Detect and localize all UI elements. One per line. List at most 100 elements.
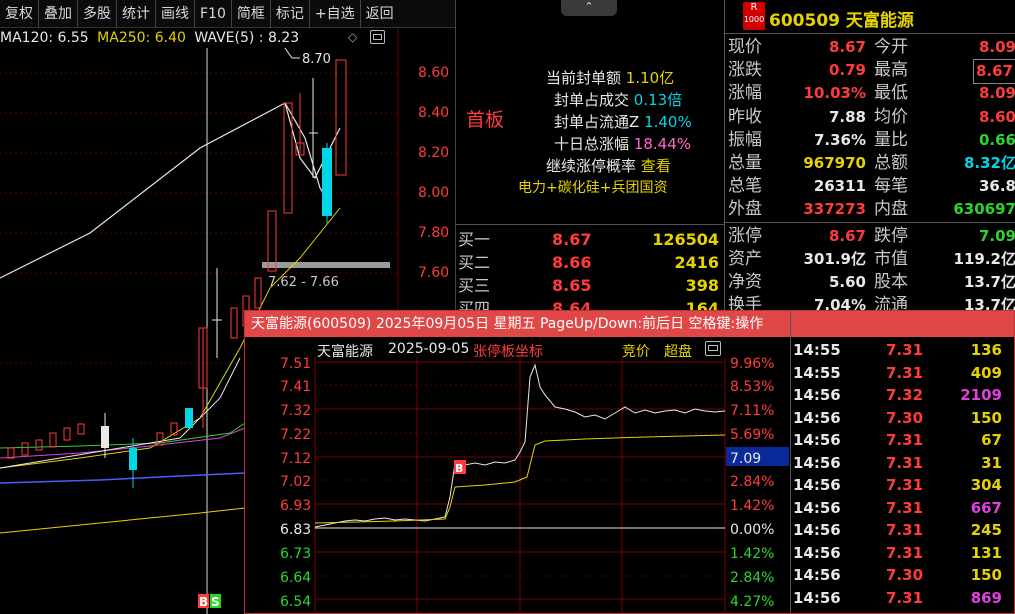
tick-price: 7.31 <box>886 498 924 517</box>
tick-time: 14:56 <box>793 476 841 494</box>
quote-label: 涨跌 <box>728 60 762 81</box>
intraday-right-tick: 4.27% <box>730 594 774 610</box>
tick-row: 14:56 7.31 31 <box>791 452 1014 475</box>
intraday-chart[interactable]: B 7.51 7.41 7.32 7.22 7.12 7.02 6.93 6.8… <box>245 337 790 613</box>
quote-value: 967970 <box>803 154 866 172</box>
tick-row: 14:56 7.31 869 <box>791 587 1014 610</box>
intraday-right-tick: 2.84% <box>730 474 774 490</box>
tick-time: 14:55 <box>793 341 841 359</box>
toolbar-draw-line-button[interactable]: 画线 <box>156 0 195 28</box>
toolbar-f10-button[interactable]: F10 <box>195 0 232 28</box>
quote-label: 净资 <box>728 272 762 292</box>
intraday-left-tick: 6.73 <box>280 546 311 562</box>
tick-volume: 150 <box>970 566 1002 584</box>
toolbar-back-button[interactable]: 返回 <box>361 0 399 28</box>
ma250-legend: MA250: 6.40 <box>97 30 186 46</box>
intraday-left-tick: 6.83 <box>280 522 311 538</box>
tick-volume: 304 <box>970 476 1002 494</box>
tick-price: 7.31 <box>886 543 924 562</box>
tick-volume: 245 <box>970 521 1002 539</box>
continue-limit-check-link[interactable]: 查看 <box>641 157 671 175</box>
toolbar: 复权 叠加 多股 统计 画线 F10 简框 标记 +自选 返回 <box>0 0 455 28</box>
tick-time: 14:56 <box>793 588 841 607</box>
toolbar-mark-button[interactable]: 标记 <box>271 0 310 28</box>
tick-price: 7.31 <box>886 521 924 539</box>
quote-row: 昨收 7.88 均价 8.60 <box>725 106 1015 129</box>
tick-time: 14:56 <box>793 521 841 539</box>
quote-value: 630697 <box>953 200 1015 219</box>
kline-sell-marker: S <box>211 595 220 609</box>
tick-time: 14:56 <box>793 431 841 449</box>
ma120-legend: MA120: 6.55 <box>0 30 89 46</box>
intraday-current-box: 7.09 <box>730 451 761 467</box>
info-row[interactable]: 继续涨停概率 查看 <box>546 155 692 177</box>
tick-volume: 150 <box>970 408 1002 427</box>
quote-value: 10.03% <box>803 84 866 103</box>
info-row: 封单占流通Z 1.40% <box>554 113 692 131</box>
tick-price: 7.32 <box>886 386 924 404</box>
tick-row: 14:55 7.31 409 <box>791 362 1014 385</box>
tick-row: 14:56 7.30 150 <box>791 564 1014 587</box>
tick-volume: 667 <box>970 498 1002 517</box>
first-board-label: 首板 <box>466 109 505 131</box>
quote-label: 涨幅 <box>728 83 762 104</box>
tick-row: 14:56 7.30 150 <box>791 407 1014 430</box>
popup-title-bar[interactable]: 天富能源(600509) 2025年09月05日 星期五 PageUp/Down… <box>245 311 1014 337</box>
tick-row: 14:55 7.31 136 <box>791 339 1014 362</box>
intraday-popup[interactable]: 天富能源(600509) 2025年09月05日 星期五 PageUp/Down… <box>244 310 1015 614</box>
quote-panel: R 1000 600509 天富能源 现价 8.67 今开 8.09 涨跌 0.79 最高 8… <box>724 0 1015 315</box>
quote-label: 振幅 <box>728 129 762 150</box>
tick-price: 7.30 <box>886 566 924 584</box>
tick-time: 14:56 <box>793 386 841 404</box>
quote-label: 总额 <box>874 153 908 173</box>
intraday-buy-marker: B <box>455 462 463 475</box>
quote-value: 301.9亿 <box>803 249 866 268</box>
tick-row: 14:56 7.31 67 <box>791 429 1014 452</box>
kline-ytick: 7.60 <box>418 265 449 281</box>
info-row: 当前封单额 1.10亿 <box>546 69 675 87</box>
intraday-left-tick: 6.64 <box>280 570 311 586</box>
quote-row: 涨停 8.67 跌停 7.09 <box>725 225 1015 248</box>
quote-value: 26311 <box>813 177 866 196</box>
toolbar-stats-button[interactable]: 统计 <box>117 0 156 28</box>
quote-label: 现价 <box>728 37 762 57</box>
toolbar-fuquan-button[interactable]: 复权 <box>0 0 39 28</box>
intraday-left-tick: 6.54 <box>280 594 311 610</box>
quote-label: 均价 <box>874 106 908 127</box>
toolbar-add-watchlist-button[interactable]: +自选 <box>310 0 361 28</box>
toolbar-multi-stock-button[interactable]: 多股 <box>78 0 117 28</box>
quote-label: 涨停 <box>728 225 762 246</box>
quote-value: 337273 <box>803 200 866 219</box>
quote-label: 量比 <box>874 129 908 150</box>
quote-row: 涨幅 10.03% 最低 8.09 <box>725 82 1015 105</box>
intraday-left-tick: 7.41 <box>280 379 311 395</box>
quote-row: 涨跌 0.79 最高 8.67 <box>725 59 1015 85</box>
intraday-right-tick: 1.42% <box>730 546 774 562</box>
quote-label: 最低 <box>874 83 908 104</box>
collapse-chevron-icon[interactable]: ⌃ <box>561 0 617 16</box>
kline-ytick: 8.60 <box>418 65 449 81</box>
info-panel: ⌃ 首板 当前封单额 1.10亿 封单占成交 0.13倍 封单占流通Z 1.40… <box>455 0 724 224</box>
tick-time: 14:56 <box>793 566 841 584</box>
toolbar-overlay-button[interactable]: 叠加 <box>39 0 78 28</box>
quote-value: 0.66 <box>978 130 1015 149</box>
quote-value: 7.36% <box>813 130 866 149</box>
tick-time: 14:56 <box>793 453 841 472</box>
kline-ytick: 8.40 <box>418 105 449 121</box>
tick-list[interactable]: 14:55 7.31 136 14:55 7.31 409 14:56 7.32 2109 14:… <box>791 337 1014 613</box>
quote-value: 5.60 <box>828 273 866 291</box>
wave-legend: WAVE(5) : 8.23 <box>194 30 300 46</box>
quote-value: 8.60 <box>978 107 1015 126</box>
quote-row: 总量 967970 总额 8.32亿 <box>725 152 1015 175</box>
toolbar-simple-frame-button[interactable]: 简框 <box>232 0 271 28</box>
tick-row: 14:56 7.31 304 <box>791 474 1014 497</box>
quote-value: 7.88 <box>828 107 866 126</box>
intraday-left-tick: 7.51 <box>280 356 311 372</box>
window-toggle-icon[interactable] <box>370 30 385 44</box>
info-row: 十日总涨幅 18.44% <box>554 135 691 153</box>
info-row: 封单占成交 0.13倍 <box>554 91 683 109</box>
diamond-icon[interactable]: ◇ <box>348 31 360 43</box>
tick-row: 14:56 7.31 131 <box>791 542 1014 565</box>
tick-price: 7.30 <box>886 408 924 427</box>
quote-label: 总笔 <box>728 176 762 197</box>
